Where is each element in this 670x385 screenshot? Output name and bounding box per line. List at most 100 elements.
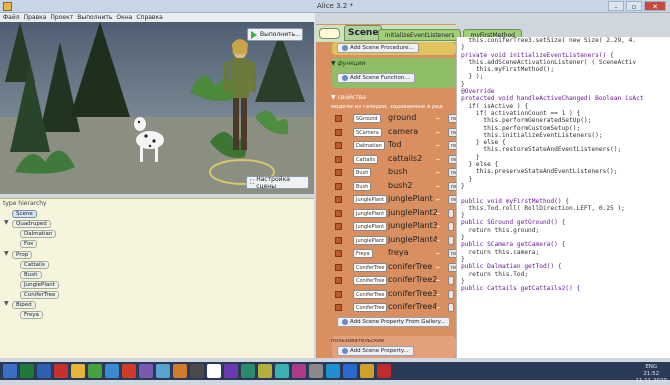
- code-line[interactable]: public Dalmatian getTod() {: [457, 263, 670, 270]
- code-line[interactable]: }: [457, 234, 670, 241]
- property-initializer[interactable]: [448, 222, 454, 231]
- property-name[interactable]: coniferTree3: [388, 289, 437, 298]
- code-line[interactable]: public SGround getGround() {: [457, 219, 670, 226]
- tree-node-fox[interactable]: Fox: [20, 240, 38, 248]
- code-line[interactable]: this.restoreStateAndEventListeners();: [457, 146, 670, 153]
- maximize-icon[interactable]: ▫: [626, 1, 642, 11]
- property-initializer[interactable]: [448, 303, 454, 312]
- image-icon[interactable]: [105, 364, 119, 378]
- scene-property-row[interactable]: Bushbush2⇐new Bus: [332, 181, 476, 193]
- property-name[interactable]: junglePlant4: [388, 235, 438, 244]
- property-checkbox-icon[interactable]: [335, 142, 342, 149]
- code-line[interactable]: if( activationCount == 1 ) {: [457, 110, 670, 117]
- scene-property-row[interactable]: JunglePlant junglePlant4 ⇐: [332, 235, 456, 247]
- code-line[interactable]: }: [457, 176, 670, 183]
- property-checkbox-icon[interactable]: [335, 196, 342, 203]
- pdf-icon[interactable]: [377, 364, 391, 378]
- property-checkbox-icon[interactable]: [335, 155, 342, 163]
- code-line[interactable]: public SCamera getCamera() {: [457, 241, 670, 248]
- code-line[interactable]: public void myFirstMethod() {: [457, 198, 670, 205]
- property-name[interactable]: junglePlant: [388, 194, 433, 203]
- menu-edit[interactable]: Правка: [24, 13, 47, 22]
- word-icon[interactable]: [37, 364, 51, 378]
- scene-property-row[interactable]: DalmatianTod⇐new Da: [332, 140, 473, 152]
- tree-node-jungleplant[interactable]: JunglePlant: [20, 281, 59, 289]
- property-checkbox-icon[interactable]: [335, 250, 342, 257]
- expand-arrow-icon[interactable]: ▼: [4, 250, 9, 257]
- add-property-from-gallery-button[interactable]: Add Scene Property From Gallery...: [337, 317, 451, 327]
- property-type-tag[interactable]: Bush: [353, 168, 372, 177]
- alice-icon[interactable]: [207, 364, 221, 378]
- code-line[interactable]: public Cattails getCattails2() {: [457, 285, 670, 292]
- expand-arrow-icon[interactable]: ▼: [4, 219, 9, 226]
- scene-viewport[interactable]: Выполнить... ⛶ Настройка сцены: [0, 22, 314, 194]
- code-line[interactable]: }: [457, 154, 670, 161]
- code-line[interactable]: return this.Tod;: [457, 271, 670, 278]
- property-name[interactable]: Tod: [388, 140, 402, 149]
- gear-icon[interactable]: [139, 364, 153, 378]
- code-line[interactable]: private void initializeEventListeners() …: [457, 52, 670, 59]
- property-name[interactable]: bush: [388, 167, 407, 176]
- windows-icon[interactable]: [3, 364, 17, 378]
- scene-property-row[interactable]: ConiferTree coniferTree ⇐ ne: [332, 262, 461, 274]
- code-line[interactable]: [457, 190, 670, 197]
- property-name[interactable]: coniferTree: [388, 262, 432, 271]
- close-icon[interactable]: ✕: [644, 1, 666, 11]
- tree-node-prop[interactable]: Prop: [12, 251, 33, 259]
- code-line[interactable]: }: [457, 212, 670, 219]
- menu-windows[interactable]: Окна: [116, 13, 132, 22]
- app5-icon[interactable]: [258, 364, 272, 378]
- property-checkbox-icon[interactable]: [335, 236, 342, 244]
- property-type-tag[interactable]: SCamera: [353, 127, 382, 137]
- minimize-icon[interactable]: –: [608, 1, 624, 11]
- app7-icon[interactable]: [292, 364, 306, 378]
- property-checkbox-icon[interactable]: [335, 277, 342, 284]
- code-line[interactable]: this.performGeneratedSetUp();: [457, 117, 670, 124]
- menu-project[interactable]: Проект: [50, 13, 73, 22]
- property-name[interactable]: junglePlant2: [388, 208, 438, 217]
- scene-property-row[interactable]: Cattailscattails2⇐new: [332, 154, 465, 166]
- tree-node-conifertree[interactable]: ConiferTree: [20, 291, 60, 299]
- property-initializer[interactable]: [448, 235, 454, 245]
- property-checkbox-icon[interactable]: [335, 182, 342, 190]
- property-name[interactable]: bush2: [388, 181, 412, 190]
- property-name[interactable]: coniferTree2: [388, 275, 437, 284]
- scene-property-row[interactable]: SCameracamera⇐new: [332, 127, 465, 139]
- tree-node-bush[interactable]: Bush: [20, 271, 42, 279]
- property-type-tag[interactable]: ConiferTree: [353, 303, 388, 312]
- code-line[interactable]: } );: [457, 73, 670, 80]
- property-type-tag[interactable]: Cattails: [353, 154, 378, 164]
- property-name[interactable]: ground: [388, 113, 416, 122]
- add-scene-function-button[interactable]: Add Scene Function...: [337, 73, 415, 83]
- setup-scene-button[interactable]: ⛶ Настройка сцены: [246, 176, 309, 190]
- vs-icon[interactable]: [224, 364, 238, 378]
- functions-header[interactable]: ▼ функции: [331, 60, 366, 67]
- code-line[interactable]: return this.ground;: [457, 227, 670, 234]
- code-line[interactable]: }: [457, 183, 670, 190]
- menu-run[interactable]: Выполнить: [77, 13, 112, 22]
- scene-property-row[interactable]: ConiferTree coniferTree4 ⇐: [332, 302, 456, 314]
- system-clock[interactable]: ENG 21:52 11.11.2020: [636, 364, 668, 385]
- code-line[interactable]: this.coniferTree3.setSize( new Size( 2.2…: [457, 37, 670, 44]
- code-line[interactable]: return this.camera;: [457, 249, 670, 256]
- property-initializer[interactable]: [448, 289, 454, 299]
- app-icon[interactable]: [156, 364, 170, 378]
- property-initializer[interactable]: [448, 276, 454, 285]
- property-type-tag[interactable]: Freya: [353, 249, 373, 258]
- property-name[interactable]: camera: [388, 127, 418, 136]
- property-checkbox-icon[interactable]: [335, 128, 342, 136]
- property-type-tag[interactable]: Bush: [353, 181, 372, 191]
- app2-icon[interactable]: [173, 364, 187, 378]
- scene-property-row[interactable]: ConiferTree coniferTree3 ⇐: [332, 289, 456, 301]
- property-type-tag[interactable]: JunglePlant: [353, 235, 388, 245]
- yandex-icon[interactable]: [122, 364, 136, 378]
- property-type-tag[interactable]: SGround: [353, 114, 381, 123]
- code-line[interactable]: if( isActive ) {: [457, 103, 670, 110]
- code-line[interactable]: this.myFirstMethod();: [457, 66, 670, 73]
- scene-property-row[interactable]: ConiferTree coniferTree2 ⇐: [332, 275, 456, 287]
- property-type-tag[interactable]: ConiferTree: [353, 289, 388, 299]
- tree-node-dalmatian[interactable]: Dalmatian: [20, 230, 57, 238]
- property-type-tag[interactable]: JunglePlant: [353, 222, 388, 231]
- menu-file[interactable]: Файл: [3, 13, 20, 22]
- add-scene-property-button[interactable]: Add Scene Property...: [337, 346, 414, 356]
